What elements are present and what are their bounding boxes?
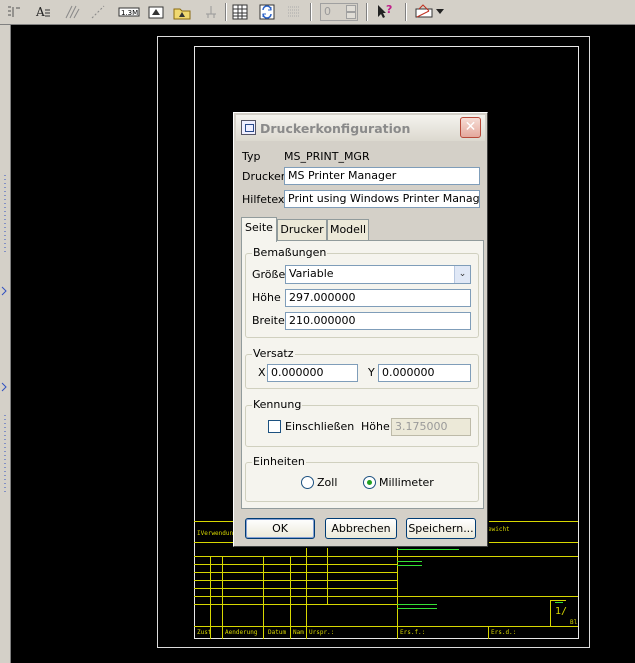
chevron-down-icon[interactable]: ⌄ — [454, 266, 470, 283]
millimeter-label: Millimeter — [379, 476, 434, 489]
units-group-title: Einheiten — [252, 455, 306, 468]
inch-radio[interactable] — [301, 476, 314, 489]
width-field[interactable]: 210.000000 — [285, 312, 471, 330]
spin-up-icon[interactable] — [346, 5, 356, 12]
type-label: Typ — [242, 150, 261, 163]
bottom-cell: Urspr.: — [309, 629, 335, 636]
dimensions-group-title: Bemaßungen — [252, 246, 328, 259]
tab-modell[interactable]: Modell — [327, 219, 369, 241]
table-icon[interactable] — [230, 2, 250, 22]
offset-x-label: X — [258, 366, 266, 379]
dimensions-group: Bemaßungen Größe Variable ⌄ Höhe 297.000… — [245, 246, 479, 338]
refresh-icon[interactable] — [257, 2, 277, 22]
toolbar: A 1.3M 0 ? — [0, 0, 635, 25]
width-label: Breite — [252, 314, 285, 327]
note-icon[interactable] — [146, 2, 166, 22]
height-label: Höhe — [252, 291, 281, 304]
close-icon[interactable]: ✕ — [460, 117, 481, 138]
tab-drucker[interactable]: Drucker — [277, 219, 327, 241]
usage-label: IVerwendung — [197, 530, 237, 537]
include-checkbox[interactable] — [268, 420, 281, 433]
svg-text:1.3M: 1.3M — [121, 9, 138, 17]
left-panel-strip[interactable] — [0, 25, 11, 663]
grid-icon[interactable] — [284, 2, 304, 22]
dialog-titlebar[interactable]: Druckerkonfiguration ✕ — [236, 115, 485, 141]
label-group: Kennung Einschließen Höhe 3.175000 — [245, 398, 479, 447]
height-field[interactable]: 297.000000 — [285, 289, 471, 307]
text-style-icon[interactable]: A — [33, 2, 53, 22]
bottom-cell: Nam — [293, 629, 304, 636]
units-group: Einheiten Zoll Millimeter — [245, 455, 479, 502]
text-align-icon[interactable] — [4, 2, 24, 22]
svg-text:?: ? — [386, 3, 392, 16]
hatch-icon[interactable] — [62, 2, 82, 22]
svg-text:A: A — [35, 5, 45, 19]
spinner-value: 0 — [324, 5, 331, 18]
offset-x-field[interactable]: 0.000000 — [267, 364, 358, 382]
help-label: Hilfetext — [242, 193, 289, 206]
datum-icon[interactable] — [201, 2, 221, 22]
print-icon[interactable] — [414, 2, 434, 22]
sheet-label: Bl — [570, 619, 578, 626]
dialog-title: Druckerkonfiguration — [260, 121, 411, 136]
label-height-label: Höhe — [361, 420, 390, 433]
help-text-field[interactable]: Print using Windows Printer Manager. — [284, 190, 480, 208]
dialog-app-icon — [241, 120, 256, 135]
bottom-cell: Ers.d.: — [491, 629, 517, 636]
ok-button[interactable]: OK — [245, 518, 315, 539]
tab-seite[interactable]: Seite — [241, 217, 277, 242]
tab-panel-seite: Bemaßungen Größe Variable ⌄ Höhe 297.000… — [241, 240, 484, 509]
save-button[interactable]: Speichern... — [406, 518, 476, 539]
spin-down-icon[interactable] — [346, 12, 356, 19]
millimeter-radio[interactable] — [363, 476, 376, 489]
bottom-cell: Zust — [197, 629, 212, 636]
sheet-ratio: 1/ — [555, 606, 568, 617]
size-select-value: Variable — [289, 267, 334, 280]
bottom-cell: Aenderung — [225, 629, 258, 636]
select-query-icon[interactable]: ? — [374, 2, 394, 22]
chevron-down-icon[interactable] — [434, 2, 446, 22]
offset-group: Versatz X 0.000000 Y 0.000000 — [245, 347, 479, 389]
label-group-title: Kennung — [252, 398, 303, 411]
printer-config-dialog: Druckerkonfiguration ✕ Typ MS_PRINT_MGR … — [233, 112, 488, 547]
weight-label: ewicht — [488, 526, 510, 533]
printer-label: Drucker — [242, 170, 286, 183]
symbol-icon[interactable] — [172, 2, 192, 22]
offset-y-label: Y — [368, 366, 375, 379]
spinner-input[interactable]: 0 — [320, 3, 358, 21]
label-height-field: 3.175000 — [391, 418, 471, 436]
include-label: Einschließen — [285, 420, 355, 433]
printer-field[interactable]: MS Printer Manager — [284, 167, 480, 185]
size-select[interactable]: Variable ⌄ — [285, 265, 471, 284]
bottom-cell: Ers.f.: — [400, 629, 426, 636]
offset-group-title: Versatz — [252, 347, 295, 360]
offset-y-field[interactable]: 0.000000 — [378, 364, 471, 382]
line-style-icon[interactable] — [88, 2, 108, 22]
cancel-button[interactable]: Abbrechen — [325, 518, 397, 539]
dimension-icon[interactable]: 1.3M — [117, 2, 141, 22]
size-label: Größe — [252, 268, 286, 281]
type-value: MS_PRINT_MGR — [284, 150, 370, 163]
bottom-cell: Datum — [268, 629, 287, 636]
inch-label: Zoll — [317, 476, 338, 489]
